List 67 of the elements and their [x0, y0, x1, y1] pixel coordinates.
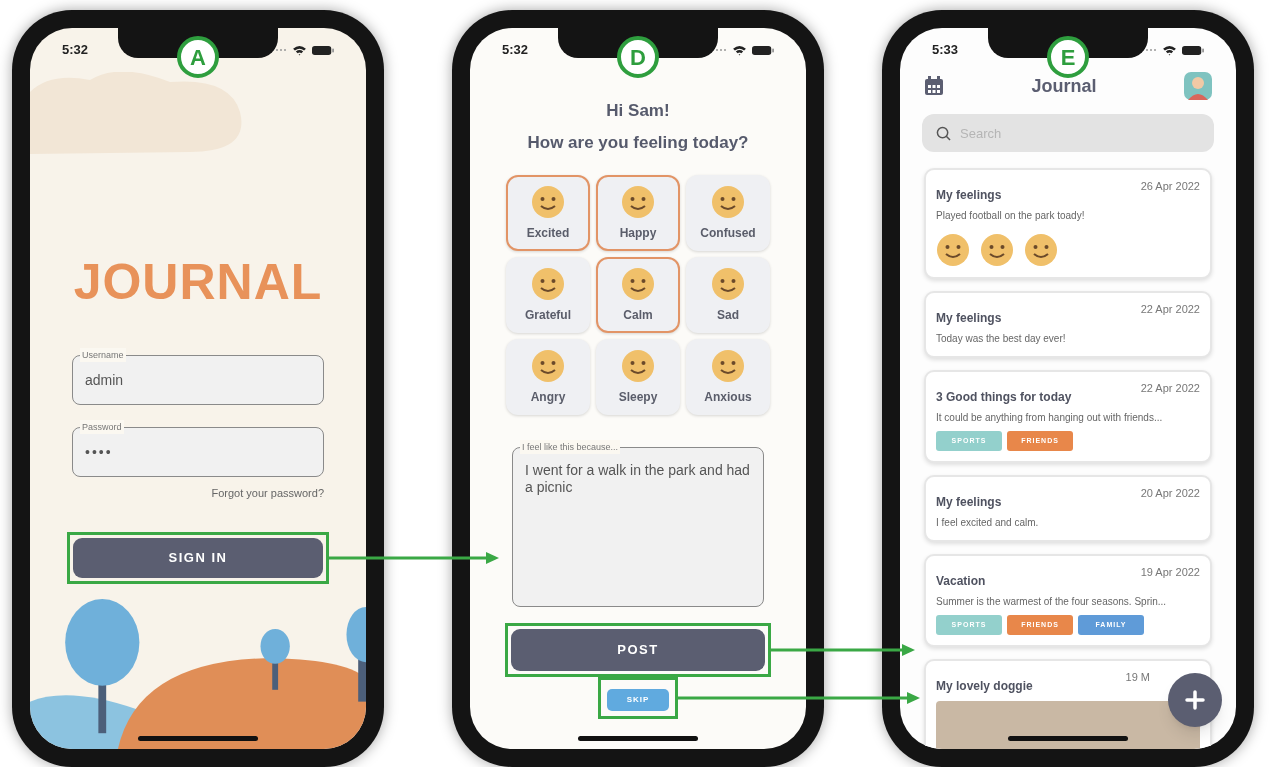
status-time: 5:32: [62, 41, 89, 60]
entry-text: Today was the best day ever!: [936, 332, 1067, 346]
mood-option[interactable]: Calm: [596, 257, 680, 333]
entry-date: 20 Apr 2022: [1140, 486, 1200, 501]
greeting-text: Hi Sam!: [605, 100, 671, 122]
entry-text: I feel excited and calm.: [936, 516, 1040, 530]
emoji-face-icon: [711, 266, 745, 301]
calendar-icon: [924, 76, 944, 96]
entry-title: My feelings: [936, 494, 1002, 511]
sign-in-button[interactable]: SIGN IN: [73, 537, 323, 578]
entry-date: 22 Apr 2022: [1140, 381, 1200, 396]
plus-icon: [1185, 690, 1205, 710]
mood-option[interactable]: Anxious: [686, 339, 770, 415]
journal-entry-card[interactable]: My feelings 20 Apr 2022 I feel excited and calm.: [924, 475, 1212, 542]
journal-entry-card[interactable]: My feelings 26 Apr 2022 Played football on the park toady!: [924, 168, 1212, 279]
wifi-icon: [732, 44, 747, 56]
journal-entry-card[interactable]: My feelings 22 Apr 2022 Today was the best day ever!: [924, 291, 1212, 358]
entry-title: 3 Good things for today: [936, 389, 1072, 406]
emoji-face-icon: [621, 266, 655, 301]
question-text: How are you feeling today?: [526, 131, 750, 154]
emoji-face-icon: [531, 266, 565, 301]
emoji-face-icon: [621, 348, 655, 383]
field-label: Username: [80, 348, 126, 362]
mood-option[interactable]: Grateful: [506, 257, 590, 333]
battery-icon: [1182, 44, 1204, 56]
wifi-icon: [292, 44, 307, 56]
journal-entry-card[interactable]: My lovely doggie 19 M: [924, 659, 1212, 749]
emoji-face-icon: [711, 184, 745, 219]
battery-icon: [312, 44, 334, 56]
entry-date: 19 Apr 2022: [1140, 565, 1200, 580]
journal-logo: JOURNAL: [72, 257, 324, 307]
avatar-icon: [1184, 72, 1212, 100]
search-icon: [936, 126, 951, 141]
step-badge: D: [617, 36, 659, 78]
mood-option[interactable]: Confused: [686, 175, 770, 251]
battery-icon: [752, 44, 774, 56]
entry-text: Played football on the park toady!: [936, 209, 1086, 223]
mood-option[interactable]: Angry: [506, 339, 590, 415]
entry-title: My feelings: [936, 187, 1002, 204]
step-badge: E: [1047, 36, 1089, 78]
mood-option[interactable]: Sleepy: [596, 339, 680, 415]
wifi-icon: [1162, 44, 1177, 56]
status-time: 5:32: [502, 41, 529, 60]
entry-title: My lovely doggie: [936, 678, 1033, 695]
entry-date: 26 Apr 2022: [1140, 179, 1200, 194]
emoji-face-icon: [1024, 233, 1058, 267]
entry-text: It could be anything from hanging out with friends...: [936, 411, 1164, 425]
emoji-face-icon: [711, 348, 745, 383]
field-label: Password: [80, 420, 124, 434]
mood-option[interactable]: Excited: [506, 175, 590, 251]
status-time: 5:33: [932, 41, 959, 60]
emoji-face-icon: [980, 233, 1014, 267]
entry-title: My feelings: [936, 310, 1002, 327]
post-button[interactable]: POST: [511, 629, 765, 671]
emoji-face-icon: [936, 233, 970, 267]
mood-option[interactable]: Happy: [596, 175, 680, 251]
emoji-face-icon: [621, 184, 655, 219]
emoji-face-icon: [531, 184, 565, 219]
emoji-face-icon: [531, 348, 565, 383]
entry-date: 22 Apr 2022: [1140, 302, 1200, 317]
mood-option[interactable]: Sad: [686, 257, 770, 333]
entry-text: Summer is the warmest of the four seasons. Sprin...: [936, 595, 1168, 609]
entry-date: 19 M: [1125, 670, 1150, 685]
forgot-password-link[interactable]: Forgot your password?: [211, 485, 324, 502]
entry-title: Vacation: [936, 573, 986, 590]
step-badge: A: [177, 36, 219, 78]
field-label: I feel like this because...: [520, 440, 621, 454]
